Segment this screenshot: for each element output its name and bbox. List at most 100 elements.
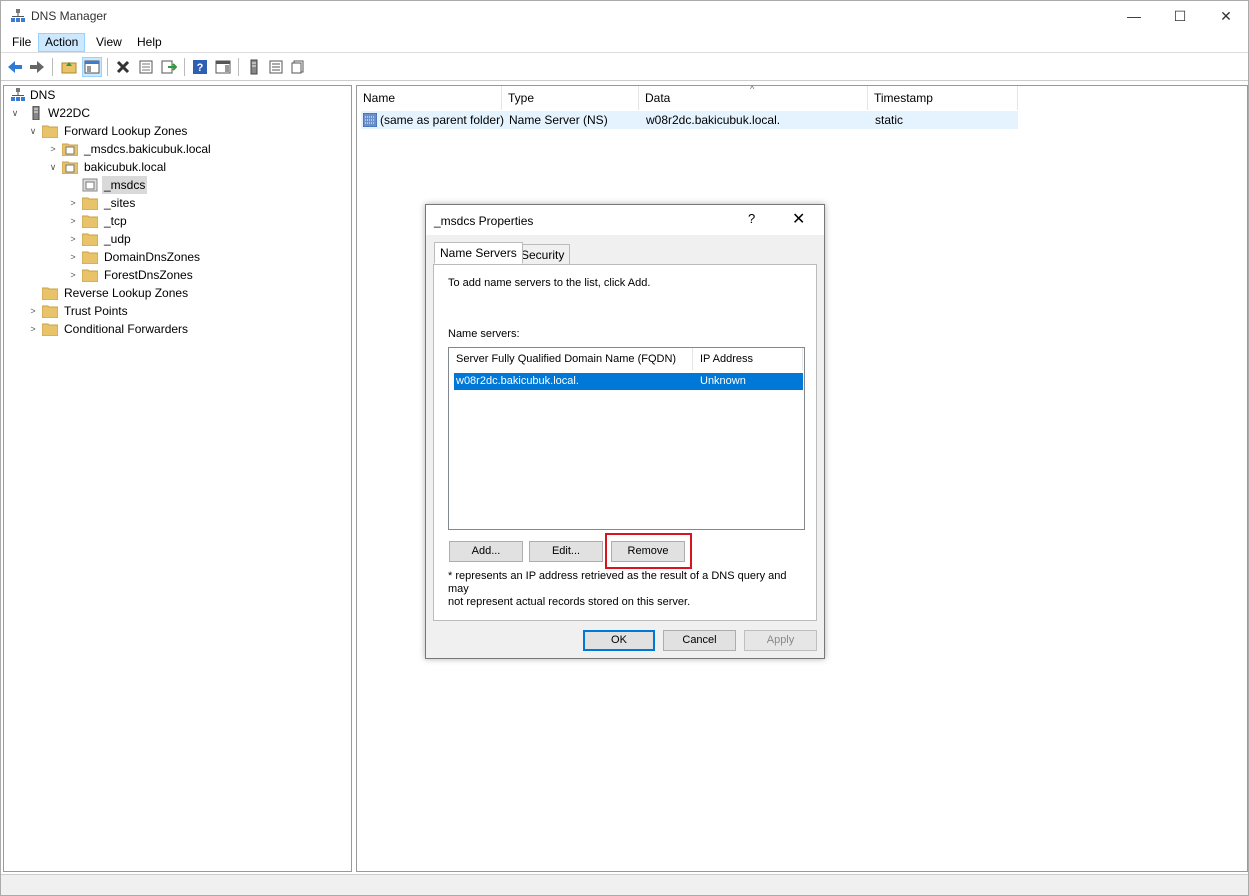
- chevron-right-icon[interactable]: >: [68, 266, 78, 284]
- show-hide-console-tree-icon[interactable]: [82, 57, 102, 77]
- chevron-down-icon[interactable]: ∨: [10, 104, 20, 122]
- edit-button[interactable]: Edit...: [529, 541, 603, 562]
- document-icon[interactable]: [288, 57, 308, 77]
- server-icon[interactable]: [244, 57, 264, 77]
- title-bar: DNS Manager — ☐ ✕: [1, 1, 1248, 31]
- cell-timestamp: static: [875, 113, 904, 127]
- ok-button[interactable]: OK: [583, 630, 655, 651]
- tree-label: DomainDnsZones: [104, 250, 201, 264]
- chevron-down-icon[interactable]: ∨: [28, 122, 38, 140]
- tree-label: Conditional Forwarders: [64, 322, 189, 336]
- folder-icon: [82, 197, 98, 210]
- toolbar-separator: [184, 58, 185, 76]
- window-title: DNS Manager: [31, 9, 108, 23]
- column-header-fqdn[interactable]: Server Fully Qualified Domain Name (FQDN…: [449, 348, 693, 370]
- dns-icon: [11, 88, 25, 101]
- svg-text:?: ?: [197, 62, 204, 74]
- tree-label: bakicubuk.local: [84, 160, 167, 174]
- server-icon: [32, 106, 40, 120]
- help-icon[interactable]: ?: [190, 57, 210, 77]
- tab-name-servers[interactable]: Name Servers: [434, 242, 523, 264]
- tree-label: _tcp: [104, 214, 127, 228]
- dialog-close-button[interactable]: ✕: [792, 209, 805, 229]
- console-tree: DNS ∨ W22DC ∨ Forward Lookup Zones > _ms…: [3, 85, 352, 872]
- folder-icon: [82, 233, 98, 246]
- status-bar: [1, 874, 1248, 895]
- export-list-icon[interactable]: [159, 57, 179, 77]
- cell-type: Name Server (NS): [509, 113, 608, 127]
- chevron-right-icon[interactable]: >: [48, 140, 58, 158]
- tree-label: Reverse Lookup Zones: [64, 286, 189, 300]
- folder-icon: [42, 287, 58, 300]
- maximize-button[interactable]: ☐: [1157, 1, 1203, 31]
- dialog-title: _msdcs Properties: [434, 214, 534, 228]
- apply-button[interactable]: Apply: [744, 630, 817, 651]
- remove-button[interactable]: Remove: [611, 541, 685, 562]
- name-servers-list[interactable]: Server Fully Qualified Domain Name (FQDN…: [448, 347, 805, 530]
- chevron-right-icon[interactable]: >: [68, 230, 78, 248]
- table-row[interactable]: (same as parent folder) Name Server (NS)…: [361, 111, 1018, 129]
- menu-bar: File Action View Help: [1, 31, 1248, 53]
- cancel-button[interactable]: Cancel: [663, 630, 736, 651]
- tree-label: W22DC: [48, 106, 91, 120]
- menu-view[interactable]: View: [90, 33, 128, 52]
- chevron-right-icon[interactable]: >: [68, 248, 78, 266]
- record-icon: [363, 113, 377, 127]
- toolbar-separator: [238, 58, 239, 76]
- back-icon[interactable]: [5, 57, 25, 77]
- close-button[interactable]: ✕: [1203, 1, 1249, 31]
- note-text: * represents an IP address retrieved as …: [448, 570, 808, 609]
- folder-icon: [82, 215, 98, 228]
- toolbar-separator: [52, 58, 53, 76]
- menu-help[interactable]: Help: [131, 33, 168, 52]
- zone-icon: [62, 143, 78, 156]
- list-icon[interactable]: [266, 57, 286, 77]
- note-line-1: * represents an IP address retrieved as …: [448, 570, 787, 595]
- minimize-button[interactable]: —: [1111, 1, 1157, 31]
- up-folder-icon[interactable]: [59, 57, 79, 77]
- properties-icon[interactable]: [136, 57, 156, 77]
- forward-icon[interactable]: [27, 57, 47, 77]
- column-header-type[interactable]: Type: [502, 86, 639, 110]
- dns-manager-window: DNS Manager — ☐ ✕ File Action View Help: [0, 0, 1249, 896]
- dialog-title-bar: _msdcs Properties ? ✕: [426, 205, 824, 235]
- tree-label: _sites: [104, 196, 136, 210]
- help-button[interactable]: ?: [748, 211, 755, 226]
- tab-security[interactable]: Security: [515, 244, 571, 265]
- cell-ip-address: Unknown: [700, 375, 746, 387]
- chevron-right-icon[interactable]: >: [28, 320, 38, 338]
- instruction-text: To add name servers to the list, click A…: [448, 277, 651, 289]
- chevron-right-icon[interactable]: >: [68, 194, 78, 212]
- folder-icon: [82, 251, 98, 264]
- folder-icon: [42, 323, 58, 336]
- action-pane-icon[interactable]: [213, 57, 233, 77]
- toolbar-separator: [107, 58, 108, 76]
- folder-icon: [42, 125, 58, 138]
- chevron-down-icon[interactable]: ∨: [48, 158, 58, 176]
- toolbar: ?: [1, 54, 1248, 81]
- name-servers-panel: To add name servers to the list, click A…: [433, 264, 817, 621]
- folder-icon: [82, 269, 98, 282]
- tree-label: DNS: [30, 88, 56, 102]
- chevron-right-icon[interactable]: >: [68, 212, 78, 230]
- menu-file[interactable]: File: [6, 33, 37, 52]
- cell-name: (same as parent folder): [380, 113, 505, 127]
- cell-data: w08r2dc.bakicubuk.local.: [646, 113, 781, 127]
- name-servers-label: Name servers:: [448, 328, 520, 340]
- tree-label: _msdcs: [102, 176, 148, 194]
- add-button[interactable]: Add...: [449, 541, 523, 562]
- chevron-right-icon[interactable]: >: [28, 302, 38, 320]
- tree-label: Trust Points: [64, 304, 128, 318]
- sort-up-icon: ^: [750, 84, 755, 94]
- menu-action[interactable]: Action: [38, 33, 86, 52]
- column-header-timestamp[interactable]: Timestamp: [868, 86, 1018, 110]
- dns-manager-icon: [11, 9, 25, 22]
- tree-label: _udp: [104, 232, 131, 246]
- list-item[interactable]: w08r2dc.bakicubuk.local. Unknown: [454, 373, 803, 390]
- tree-label: ForestDnsZones: [104, 268, 193, 282]
- column-header-ip-address[interactable]: IP Address: [693, 348, 803, 370]
- note-line-2: not represent actual records stored on t…: [448, 596, 691, 608]
- column-header-name[interactable]: Name: [357, 86, 502, 110]
- delete-icon[interactable]: [113, 57, 133, 77]
- properties-dialog: _msdcs Properties ? ✕ Name Servers Secur…: [425, 204, 825, 659]
